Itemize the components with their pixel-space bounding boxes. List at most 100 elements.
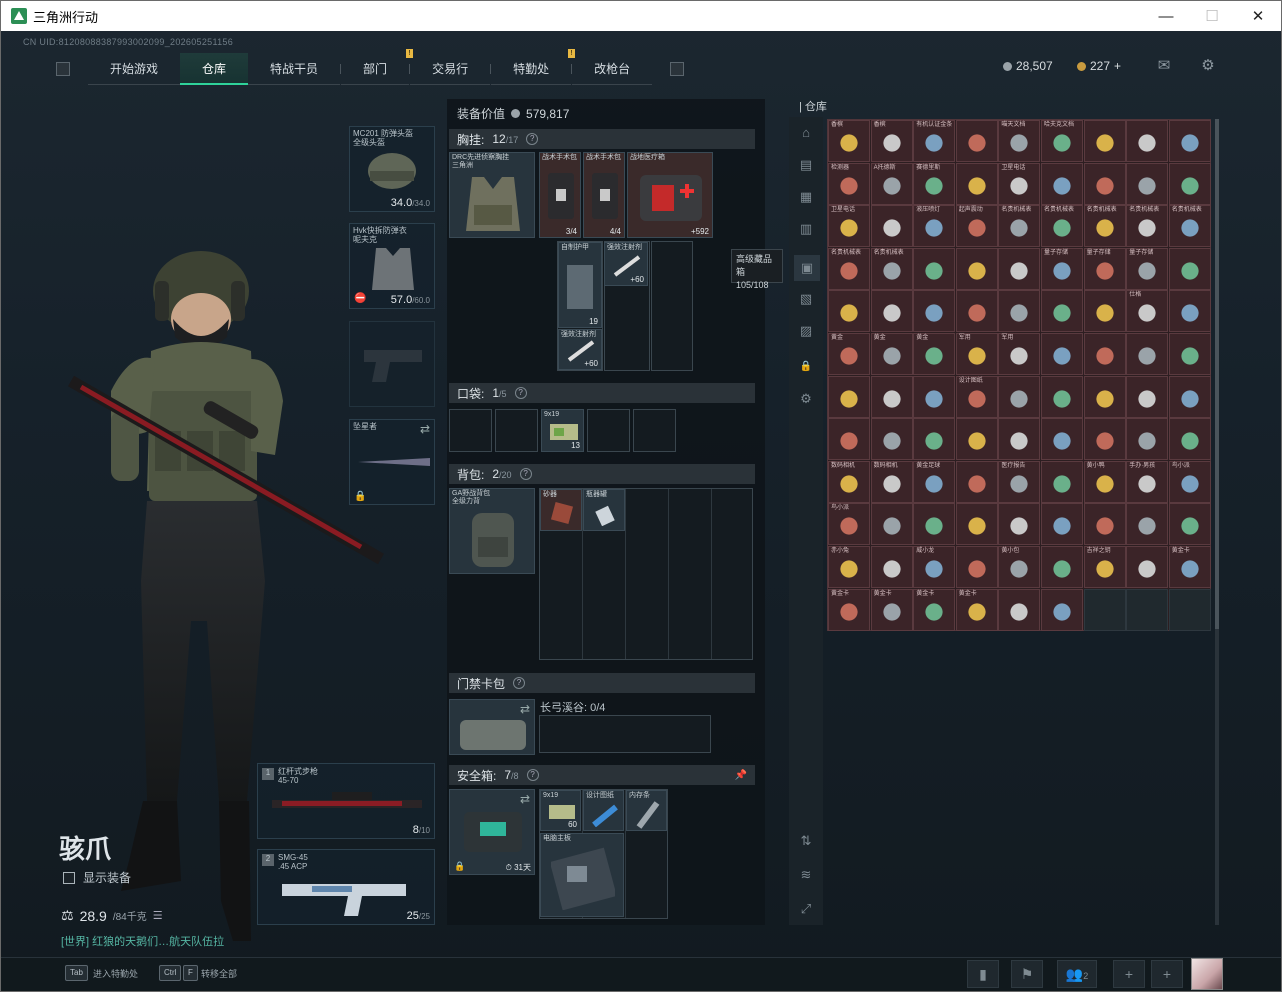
warehouse-item-slot[interactable]: [828, 375, 870, 418]
warehouse-item-slot[interactable]: [870, 546, 913, 588]
warehouse-item-slot[interactable]: A托德斯: [870, 162, 913, 205]
sort-icon[interactable]: ⇅: [798, 833, 814, 849]
warehouse-item-slot[interactable]: [1041, 503, 1083, 546]
keycard-case-item[interactable]: ⇄: [449, 699, 535, 755]
warehouse-item-slot[interactable]: 卫星电话: [998, 162, 1041, 205]
help-icon[interactable]: ?: [519, 468, 532, 480]
warehouse-item-slot[interactable]: [1041, 418, 1083, 461]
injector-item[interactable]: 强效注射剂 +60: [604, 242, 648, 286]
warehouse-item-slot[interactable]: 黄小鸭: [1083, 460, 1126, 503]
warehouse-scrollbar[interactable]: [1215, 119, 1219, 925]
injector-item[interactable]: 强效注射剂 +60: [558, 329, 602, 370]
pocket-slot[interactable]: [587, 409, 630, 452]
help-icon[interactable]: ?: [526, 769, 539, 781]
ammo-item[interactable]: 9x19 60: [540, 790, 581, 831]
warehouse-item-slot[interactable]: [1041, 333, 1083, 375]
mail-icon[interactable]: ✉: [1155, 57, 1173, 75]
warehouse-item-slot[interactable]: [955, 503, 998, 546]
category-medical-icon[interactable]: ▧: [798, 291, 814, 307]
armor-slot[interactable]: Hvk快拆防弹衣 呢夫克 ⛔ 57.0/60.0: [349, 223, 435, 309]
minimize-button[interactable]: —: [1143, 1, 1189, 31]
invite-slot-plus-icon[interactable]: +: [1113, 960, 1145, 988]
armor-plate-item[interactable]: 自制护甲 19: [558, 242, 602, 328]
avatar[interactable]: [1191, 958, 1223, 990]
warehouse-item-slot[interactable]: [1126, 588, 1169, 631]
surgery-kit-item[interactable]: 战术手术包 4/4: [583, 152, 625, 238]
tab-gunsmith[interactable]: 改枪台: [572, 53, 653, 85]
invite-slot-plus-icon[interactable]: +: [1151, 960, 1183, 988]
warehouse-item-slot[interactable]: [913, 503, 956, 546]
warehouse-item-slot[interactable]: 液压喷灯: [913, 205, 956, 248]
warehouse-item-slot[interactable]: 名贵机械表: [998, 205, 1041, 248]
warehouse-item-slot[interactable]: 卫星电话: [828, 205, 870, 248]
tab-warehouse[interactable]: 仓库: [180, 53, 249, 85]
warehouse-item-slot[interactable]: [1168, 120, 1211, 162]
warehouse-item-slot[interactable]: 名贵机械表: [828, 247, 870, 290]
help-icon[interactable]: ?: [514, 387, 527, 399]
warehouse-item-slot[interactable]: [1041, 588, 1083, 631]
secondary-weapon-slot[interactable]: 2 SMG-45 .45 ACP 25/25: [257, 849, 435, 925]
warehouse-item-slot[interactable]: 黄金: [913, 333, 956, 375]
warehouse-item-slot[interactable]: [1041, 162, 1083, 205]
flag-icon[interactable]: ⚑: [1011, 960, 1043, 988]
warehouse-item-slot[interactable]: 名贵机械表: [1168, 205, 1211, 248]
tab-key-label[interactable]: 进入特勤处: [93, 967, 138, 980]
warehouse-item-slot[interactable]: [955, 120, 998, 162]
warehouse-item-slot[interactable]: [1126, 503, 1169, 546]
category-equipment-icon[interactable]: ▦: [798, 189, 814, 205]
warehouse-item-slot[interactable]: 赤小兔: [828, 546, 870, 588]
settings-gear-icon[interactable]: ⚙: [798, 391, 814, 407]
warehouse-item-slot[interactable]: 名贵机械表: [1126, 205, 1169, 248]
warehouse-item-slot[interactable]: 香槟: [870, 120, 913, 162]
nav-left-key-icon[interactable]: [56, 62, 70, 76]
warehouse-item-slot[interactable]: [998, 588, 1041, 631]
warehouse-item-slot[interactable]: [1168, 247, 1211, 290]
warehouse-item-slot[interactable]: [1168, 418, 1211, 461]
warehouse-item-slot[interactable]: [1041, 290, 1083, 333]
safebox-item[interactable]: ⇄ 🔒 ⏱ 31天: [449, 789, 535, 875]
warehouse-item-slot[interactable]: [1168, 290, 1211, 333]
warehouse-item-slot[interactable]: [998, 247, 1041, 290]
warehouse-item-slot[interactable]: [1168, 375, 1211, 418]
layers-icon[interactable]: ≋: [798, 867, 814, 883]
ammo-item[interactable]: 9x19 13: [541, 409, 584, 452]
warehouse-item-slot[interactable]: [870, 290, 913, 333]
warehouse-item-slot[interactable]: 黄小包: [998, 546, 1041, 588]
tab-start-game[interactable]: 开始游戏: [88, 53, 181, 85]
tab-department[interactable]: 部门!: [341, 49, 414, 85]
keycard-slots[interactable]: [539, 715, 711, 753]
chat-line[interactable]: [世界] 红狼的天鹅们…航天队伍拉: [61, 933, 224, 949]
blueprint-item[interactable]: 设计图纸: [583, 790, 624, 831]
pocket-slot[interactable]: [633, 409, 676, 452]
warehouse-item-slot[interactable]: [1083, 162, 1126, 205]
warehouse-item-slot[interactable]: [870, 418, 913, 461]
checkbox[interactable]: [63, 871, 75, 884]
warehouse-item-slot[interactable]: [870, 375, 913, 418]
category-ammo-icon[interactable]: ▥: [798, 221, 814, 237]
warehouse-item-slot[interactable]: 名贵机械表: [1083, 205, 1126, 248]
category-weapons-icon[interactable]: ▤: [798, 157, 814, 173]
warehouse-item-slot[interactable]: 起声震动: [955, 205, 998, 248]
gold-currency[interactable]: 227 +: [1077, 59, 1121, 73]
warehouse-item-slot[interactable]: 数码相机: [870, 460, 913, 503]
warehouse-item-slot[interactable]: [998, 375, 1041, 418]
warehouse-grid[interactable]: 香槟 香槟 有机认证金条 喵天文档 哈夫克文档 检测器 A托德斯 赛德里斯 卫星电话 卫星电话 液压…: [827, 119, 1211, 631]
warehouse-item-slot[interactable]: [1126, 162, 1169, 205]
show-equipment-toggle[interactable]: 显示装备: [63, 869, 131, 886]
warehouse-item-slot[interactable]: [1126, 333, 1169, 375]
warehouse-item-slot[interactable]: 吉祥之钥: [1083, 546, 1126, 588]
warehouse-item-slot[interactable]: [1126, 375, 1169, 418]
warehouse-item-slot[interactable]: 黄金卡: [955, 588, 998, 631]
chest-slot[interactable]: [651, 241, 693, 371]
warehouse-item-slot[interactable]: 哈夫克文档: [1041, 120, 1083, 162]
warehouse-item-slot[interactable]: 喵天文档: [998, 120, 1041, 162]
warehouse-item-slot[interactable]: [1083, 503, 1126, 546]
warehouse-item-slot[interactable]: 鸟小派: [828, 503, 870, 546]
warehouse-item-slot[interactable]: 赛德里斯: [913, 162, 956, 205]
warehouse-item-slot[interactable]: [955, 162, 998, 205]
settings-gear-icon[interactable]: ⚙: [1199, 57, 1217, 75]
warehouse-item-slot[interactable]: 检测器: [828, 162, 870, 205]
nav-right-key-icon[interactable]: [670, 62, 685, 76]
warehouse-item-slot[interactable]: [1083, 375, 1126, 418]
swap-icon[interactable]: ⇄: [420, 422, 430, 436]
